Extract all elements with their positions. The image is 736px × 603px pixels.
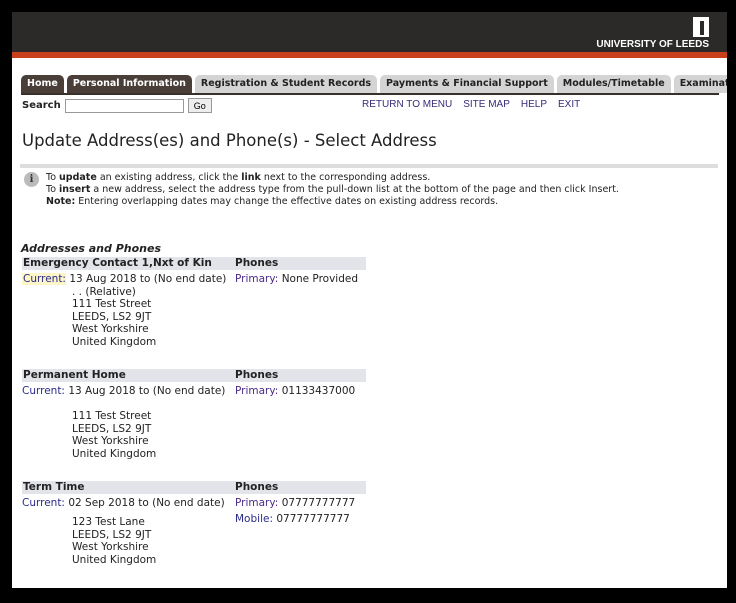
address-table-emergency: Emergency Contact 1,Nxt of Kin Phones Cur… bbox=[22, 257, 366, 348]
address-dates: 13 Aug 2018 to (No end date) bbox=[68, 385, 226, 397]
phone-type-link[interactable]: Primary: bbox=[235, 497, 278, 509]
address-type: Permanent Home bbox=[23, 369, 126, 381]
main-tabs: Home Personal Information Registration &… bbox=[21, 75, 727, 93]
address-table-term-time: Term Time Phones Current: 02 Sep 2018 to … bbox=[22, 481, 366, 566]
tab-registration[interactable]: Registration & Student Records bbox=[194, 75, 378, 93]
phone-type-link[interactable]: Mobile: bbox=[235, 513, 273, 525]
search-input[interactable] bbox=[64, 98, 184, 113]
address-line: . . (Relative) bbox=[72, 285, 136, 298]
tab-modules-timetable[interactable]: Modules/Timetable bbox=[556, 75, 671, 93]
section-title: Addresses and Phones bbox=[21, 242, 161, 255]
address-line: United Kingdom bbox=[72, 335, 157, 348]
info-icon: i bbox=[24, 172, 39, 187]
address-line bbox=[72, 398, 366, 411]
address-lines: 111 Test Street LEEDS, LS2 9JT West York… bbox=[22, 398, 366, 461]
phone-type-link[interactable]: Primary: bbox=[235, 385, 278, 397]
t: update bbox=[59, 172, 97, 183]
tab-payments[interactable]: Payments & Financial Support bbox=[380, 75, 554, 93]
phone-value: 01133437000 bbox=[281, 385, 356, 397]
university-logo-text: UNIVERSITY OF LEEDS bbox=[596, 39, 709, 50]
tab-examinations[interactable]: Examinations bbox=[673, 75, 727, 93]
page-title: Update Address(es) and Phone(s) - Select… bbox=[22, 131, 437, 150]
address-line: West Yorkshire bbox=[72, 435, 149, 447]
t: To bbox=[46, 184, 60, 195]
phones-header: Phones bbox=[235, 257, 279, 269]
t: To bbox=[46, 172, 60, 183]
header-stripe bbox=[12, 52, 727, 58]
phone-value: 07777777777 bbox=[276, 512, 350, 525]
address-lines: . . (Relative) 111 Test Street LEEDS, LS… bbox=[22, 286, 366, 349]
address-line: West Yorkshire bbox=[72, 323, 149, 335]
tab-home[interactable]: Home bbox=[21, 75, 64, 93]
site-map-link[interactable]: SITE MAP bbox=[463, 99, 510, 110]
address-dates: 02 Sep 2018 to (No end date) bbox=[68, 497, 225, 509]
t: insert bbox=[59, 184, 91, 195]
address-line: United Kingdom bbox=[72, 553, 157, 566]
address-line: LEEDS, LS2 9JT bbox=[72, 310, 152, 323]
t: link bbox=[241, 172, 261, 183]
page: UNIVERSITY OF LEEDS Home Personal Inform… bbox=[12, 12, 727, 588]
address-line: 111 Test Street bbox=[72, 298, 152, 310]
info-text: To update an existing address, click the… bbox=[46, 172, 726, 208]
t: an existing address, click the bbox=[96, 172, 242, 183]
address-line: LEEDS, LS2 9JT bbox=[72, 422, 152, 435]
exit-link[interactable]: EXIT bbox=[558, 99, 580, 110]
t: Note: bbox=[46, 196, 76, 207]
search-go-button[interactable]: Go bbox=[187, 98, 212, 113]
address-line: West Yorkshire bbox=[72, 541, 149, 553]
search-form: Search Go bbox=[22, 98, 212, 113]
address-table-permanent: Permanent Home Phones Current: 13 Aug 201… bbox=[22, 369, 366, 460]
phone-type-link[interactable]: Primary: bbox=[235, 273, 278, 285]
current-address-link[interactable]: Current: bbox=[22, 497, 65, 509]
phone-value: 07777777777 bbox=[281, 497, 356, 509]
current-address-link[interactable]: Current: bbox=[22, 273, 66, 285]
phones-header: Phones bbox=[235, 369, 279, 381]
top-links: RETURN TO MENU SITE MAP HELP EXIT bbox=[362, 99, 580, 110]
title-divider bbox=[20, 164, 718, 168]
address-type: Term Time bbox=[23, 481, 85, 493]
t: next to the corresponding address. bbox=[260, 172, 431, 183]
phone-value: None Provided bbox=[281, 273, 359, 285]
address-dates: 13 Aug 2018 to (No end date) bbox=[69, 273, 227, 285]
tab-divider bbox=[21, 93, 719, 95]
phones-header: Phones bbox=[235, 481, 279, 493]
t: a new address, select the address type f… bbox=[90, 184, 619, 195]
university-logo-icon bbox=[693, 17, 709, 37]
current-address-link[interactable]: Current: bbox=[22, 385, 65, 397]
search-label: Search bbox=[22, 100, 61, 111]
address-line: 111 Test Street bbox=[72, 410, 152, 422]
tab-personal-information[interactable]: Personal Information bbox=[66, 75, 192, 93]
header-bar: UNIVERSITY OF LEEDS bbox=[12, 12, 727, 52]
help-link[interactable]: HELP bbox=[521, 99, 547, 110]
t: Entering overlapping dates may change th… bbox=[75, 196, 499, 207]
return-to-menu-link[interactable]: RETURN TO MENU bbox=[362, 99, 452, 110]
address-line: United Kingdom bbox=[72, 447, 157, 460]
address-line: LEEDS, LS2 9JT bbox=[72, 528, 152, 541]
address-type: Emergency Contact 1,Nxt of Kin bbox=[23, 257, 212, 269]
